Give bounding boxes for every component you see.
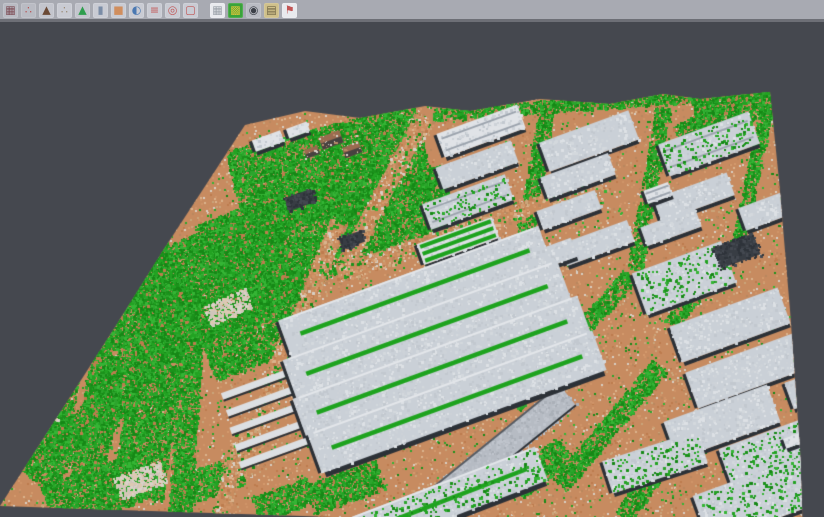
raster-view-icon[interactable]: ▦: [210, 3, 225, 18]
ortho-view-glyph: ■: [113, 5, 123, 16]
terrain-green-icon[interactable]: ▲: [75, 3, 90, 18]
terrain-brown-icon[interactable]: ▲: [39, 3, 54, 18]
measure-grid-glyph: ▤: [266, 5, 276, 16]
report-flag-glyph: ⚑: [285, 5, 295, 16]
height-scale-icon[interactable]: ▮: [93, 3, 108, 18]
target-circle-glyph: ◎: [168, 5, 178, 16]
globe-3d-glyph: ◐: [132, 5, 142, 16]
points-classify-glyph: ∴: [25, 5, 32, 16]
main-toolbar: ▦ ∴ ▲ ∴ ▲ ▮ ■ ◐ ≡ ◎ ▢ ▦ ▩ ◉ ▤ ⚑: [0, 0, 824, 22]
3d-viewport[interactable]: [0, 0, 824, 517]
points-color-glyph: ▦: [5, 5, 15, 16]
points-sparse-icon[interactable]: ∴: [57, 3, 72, 18]
snapshot-camera-icon[interactable]: ◉: [246, 3, 261, 18]
raster-view-glyph: ▦: [212, 5, 222, 16]
ortho-view-icon[interactable]: ■: [111, 3, 126, 18]
height-scale-glyph: ▮: [97, 5, 103, 16]
select-box-glyph: ▢: [185, 5, 195, 16]
class-palette-glyph: ▩: [230, 5, 240, 16]
report-flag-icon[interactable]: ⚑: [282, 3, 297, 18]
profile-lines-glyph: ≡: [150, 5, 159, 16]
globe-3d-icon[interactable]: ◐: [129, 3, 144, 18]
class-palette-icon[interactable]: ▩: [228, 3, 243, 18]
target-circle-icon[interactable]: ◎: [165, 3, 180, 18]
measure-grid-icon[interactable]: ▤: [264, 3, 279, 18]
select-box-icon[interactable]: ▢: [183, 3, 198, 18]
terrain-green-glyph: ▲: [78, 5, 86, 16]
points-sparse-glyph: ∴: [61, 5, 68, 16]
profile-lines-icon[interactable]: ≡: [147, 3, 162, 18]
points-color-icon[interactable]: ▦: [3, 3, 18, 18]
application-window: ▦ ∴ ▲ ∴ ▲ ▮ ■ ◐ ≡ ◎ ▢ ▦ ▩ ◉ ▤ ⚑: [0, 0, 824, 517]
points-classify-icon[interactable]: ∴: [21, 3, 36, 18]
snapshot-camera-glyph: ◉: [249, 5, 259, 16]
terrain-brown-glyph: ▲: [42, 5, 50, 16]
